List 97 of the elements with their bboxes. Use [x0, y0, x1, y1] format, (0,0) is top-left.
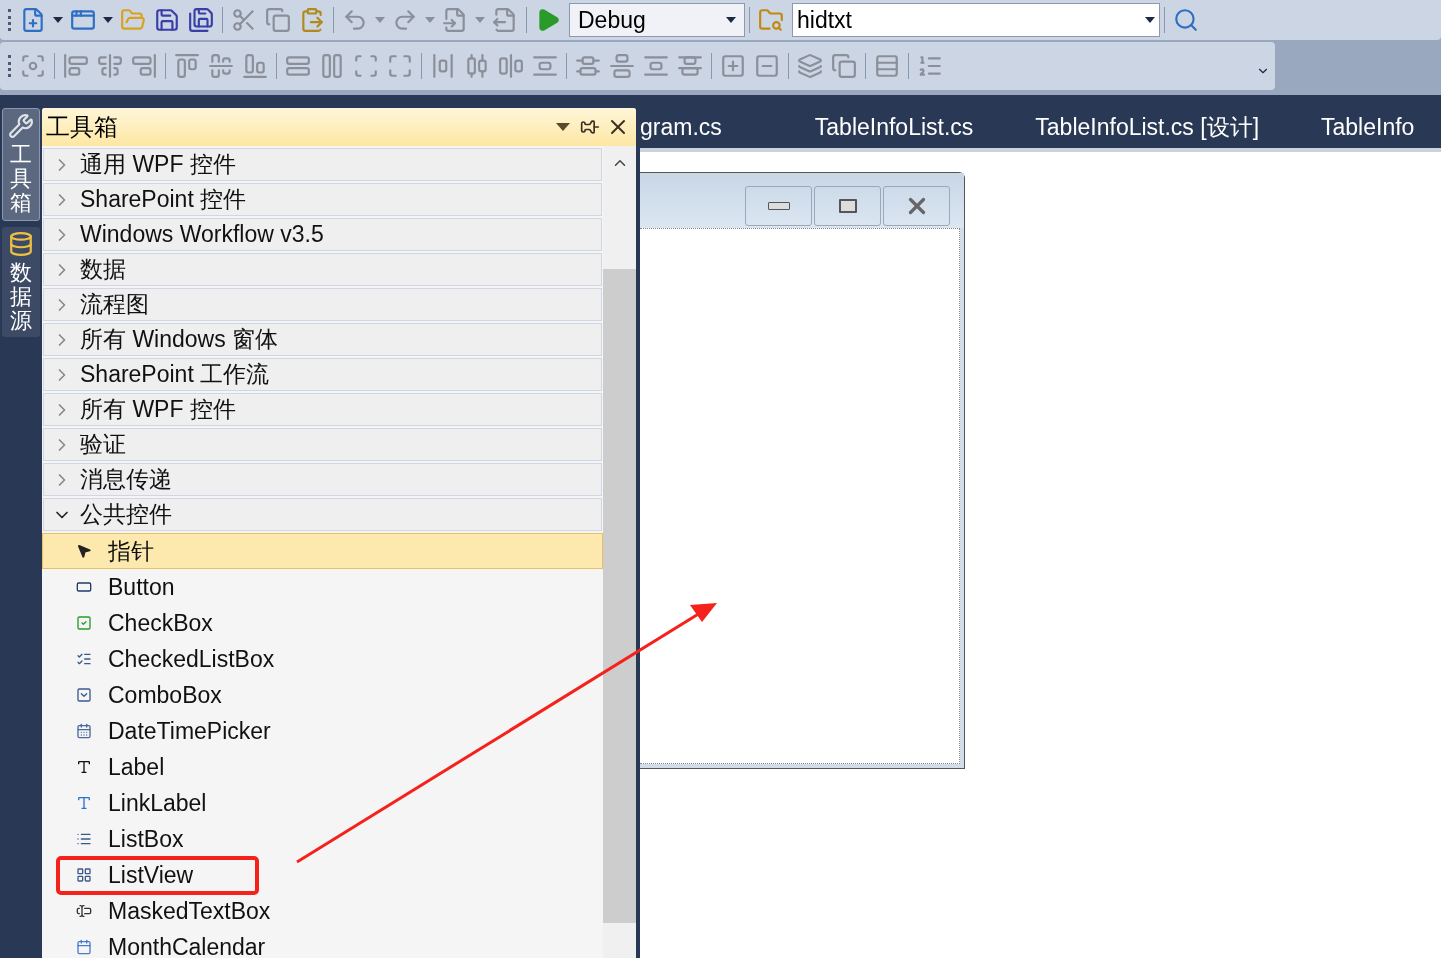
remove-horizontal-spacing-icon — [532, 53, 558, 79]
category-header[interactable]: 所有 WPF 控件 — [43, 393, 602, 426]
category-header[interactable]: 消息传递 — [43, 463, 602, 496]
category-header[interactable]: 公共控件 — [43, 498, 602, 531]
category-header[interactable]: 数据 — [43, 253, 602, 286]
caret-icon — [556, 123, 570, 131]
side-tab[interactable]: 工具箱 — [2, 108, 40, 221]
send-to-back-icon — [831, 53, 857, 79]
rectangle-icon — [76, 579, 92, 595]
align-center-icon — [97, 53, 123, 79]
same-width-icon — [285, 53, 311, 79]
list-icon — [76, 831, 92, 847]
toolbox-item[interactable]: 指针 — [42, 533, 603, 569]
caret-icon — [726, 17, 736, 23]
panel-title: 工具箱 — [46, 112, 118, 142]
database-icon — [8, 230, 34, 257]
horizontal-spacing-icon — [430, 53, 456, 79]
configuration-dropdown[interactable]: Debug — [569, 3, 745, 37]
find-in-files-icon — [758, 7, 784, 33]
tab-order-list-icon — [917, 53, 943, 79]
dropdown-icon — [76, 687, 92, 703]
toolbar-grip[interactable] — [8, 55, 12, 77]
category-header[interactable]: 通用 WPF 控件 — [43, 148, 602, 181]
wrench-icon — [8, 113, 34, 139]
caret-icon — [425, 17, 435, 23]
toolbox-item[interactable]: MonthCalendar — [42, 929, 603, 958]
toolbox-item[interactable]: LinkLabel — [42, 785, 603, 821]
new-project-icon — [20, 7, 46, 33]
cut-icon — [231, 7, 257, 33]
increase-horizontal-spacing-icon — [464, 53, 490, 79]
vertical-spacing-icon — [575, 53, 601, 79]
toolbox-item[interactable]: ListBox — [42, 821, 603, 857]
save-icon — [154, 7, 180, 33]
search-icon — [1173, 7, 1199, 33]
center-grid-icon — [20, 53, 46, 79]
category-header[interactable]: 验证 — [43, 428, 602, 461]
category-header[interactable]: SharePoint 控件 — [43, 183, 602, 216]
document-tab[interactable]: gram.cs — [640, 109, 784, 144]
maximize-icon — [838, 199, 857, 213]
navigate-backward-icon — [442, 7, 468, 33]
caret-icon — [53, 17, 63, 23]
calendar-icon — [76, 939, 92, 955]
grid-icon — [76, 867, 92, 883]
toolbox-item[interactable]: Label — [42, 749, 603, 785]
navigate-forward-icon — [492, 7, 518, 33]
text-input-icon — [76, 903, 92, 919]
undo-icon — [342, 7, 368, 33]
type-icon — [76, 759, 92, 775]
toolbox-item[interactable]: CheckBox — [42, 605, 603, 641]
same-height-icon — [319, 53, 345, 79]
add-item-icon — [70, 7, 96, 33]
remove-vertical-spacing-icon — [677, 53, 703, 79]
scrollbar[interactable] — [603, 146, 636, 958]
category-header[interactable]: 所有 Windows 窗体 — [43, 323, 602, 356]
decrease-horizontal-spacing-icon — [498, 53, 524, 79]
toolbox-item[interactable]: ComboBox — [42, 677, 603, 713]
copy-icon — [265, 7, 291, 33]
scrollbar-thumb[interactable] — [603, 269, 636, 923]
category-header[interactable]: SharePoint 工作流 — [43, 358, 602, 391]
save-all-icon — [188, 7, 214, 33]
toolbox-item[interactable]: MaskedTextBox — [42, 893, 603, 929]
cursor-icon — [76, 543, 92, 559]
minimize-icon — [767, 202, 790, 210]
category-header[interactable]: Windows Workflow v3.5 — [43, 218, 602, 251]
toolbox-item[interactable]: Button — [42, 569, 603, 605]
toolbox-item[interactable]: ListView — [42, 857, 603, 893]
increase-vertical-spacing-icon — [609, 53, 635, 79]
caret-icon — [375, 17, 385, 23]
checklist-icon — [76, 651, 92, 667]
caret-icon — [475, 17, 485, 23]
toolbox-item[interactable]: CheckedListBox — [42, 641, 603, 677]
caret-icon — [1145, 17, 1155, 23]
toolbox-item[interactable]: DateTimePicker — [42, 713, 603, 749]
calendar-icon — [76, 723, 92, 739]
align-right-icon — [131, 53, 157, 79]
toolbar-grip[interactable] — [8, 9, 12, 31]
document-tab[interactable]: TableInfoList.cs — [783, 109, 1005, 144]
open-folder-icon — [120, 7, 146, 33]
align-top-icon — [174, 53, 200, 79]
checkbox-icon — [76, 615, 92, 631]
maximize-button[interactable] — [814, 186, 881, 226]
bring-to-front-icon — [797, 53, 823, 79]
document-tab[interactable]: TableInfo — [1290, 109, 1441, 144]
tab-order-icon — [874, 53, 900, 79]
find-dropdown[interactable]: hidtxt — [792, 3, 1160, 37]
pin-icon — [580, 117, 600, 137]
paste-icon — [299, 7, 325, 33]
align-middle-icon — [208, 53, 234, 79]
caret-icon — [103, 17, 113, 23]
redo-icon — [392, 7, 418, 33]
align-left-icon — [63, 53, 89, 79]
type-icon — [76, 795, 92, 811]
align-bottom-icon — [242, 53, 268, 79]
category-header[interactable]: 流程图 — [43, 288, 602, 321]
side-tab[interactable]: 数据源 — [2, 226, 40, 338]
decrease-vertical-spacing-icon — [643, 53, 669, 79]
document-tab[interactable]: TableInfoList.cs [设计] — [1004, 109, 1291, 144]
